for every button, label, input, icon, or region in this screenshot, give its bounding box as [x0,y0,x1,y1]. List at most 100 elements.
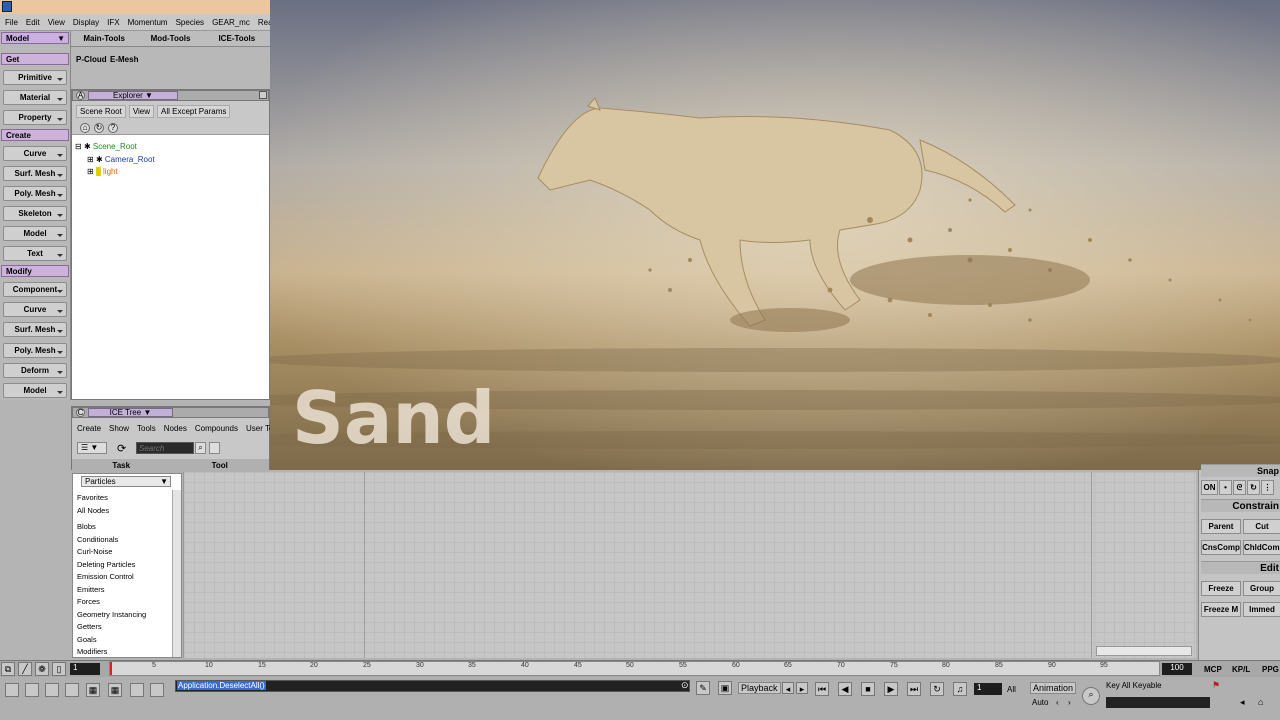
layout-quad-icon[interactable]: ▦ [108,683,122,697]
list-scrollbar[interactable] [172,490,181,657]
p-cloud-button[interactable]: P-Cloud [73,53,110,67]
key-bar[interactable] [1106,697,1210,708]
frame-forward-icon[interactable]: ▸ [796,682,808,694]
modify-poly-mesh-button[interactable]: Poly. Mesh [3,343,67,358]
tree-item-scene-root[interactable]: ⊟ ✱ Scene_Root [75,142,137,151]
tree-item-light[interactable]: ⊞ ■ light [87,167,118,176]
layout-split-icon[interactable] [130,683,144,697]
list-item[interactable]: Conditionals [77,535,118,544]
ppg-tab[interactable]: PPG [1262,665,1279,674]
ice-menu-nodes[interactable]: Nodes [164,424,187,433]
timeline-end-field[interactable]: 100 [1162,663,1192,675]
menu-momentum[interactable]: Momentum [128,18,168,27]
layout-1-icon[interactable] [5,683,19,697]
left-arrow-icon[interactable]: ◂ [1240,697,1245,708]
ice-menu-tools[interactable]: Tools [137,424,156,433]
render-icon[interactable]: ❁ [35,662,49,676]
material-button[interactable]: Material [3,90,67,105]
layout-custom-icon[interactable] [150,683,164,697]
create-poly-mesh-button[interactable]: Poly. Mesh [3,186,67,201]
play-backward-icon[interactable]: ◀ [838,682,852,696]
ice-menu-create[interactable]: Create [77,424,101,433]
expand-icon[interactable]: ⊞ [87,167,94,176]
list-item[interactable]: Getters [77,622,102,631]
primitive-button[interactable]: Primitive [3,70,67,85]
key-all-keyable-dropdown[interactable]: Key All Keyable [1106,681,1162,690]
kpl-tab[interactable]: KP/L [1232,665,1250,674]
playback-menu[interactable]: Playback [738,682,781,694]
animation-menu[interactable]: Animation [1030,682,1077,694]
cnscomp-button[interactable]: CnsComp [1201,540,1241,555]
mode-selector[interactable]: Model ▼ [1,32,69,44]
menu-ifx[interactable]: IFX [107,18,119,27]
freeze-button[interactable]: Freeze [1201,581,1241,596]
list-item[interactable]: Goals [77,635,97,644]
lock-icon[interactable]: ⌂ [80,122,90,133]
list-item[interactable]: Curl-Noise [77,547,112,556]
command-history-dropdown-icon[interactable]: ⊙ [681,680,689,691]
list-item[interactable]: All Nodes [77,506,109,515]
list-item[interactable]: Blobs [77,522,96,531]
list-item[interactable]: Geometry Instancing [77,610,146,619]
maximize-icon[interactable] [259,91,267,99]
tree-item-camera-root[interactable]: ⊞ ✱ Camera_Root [87,155,155,164]
loop-icon[interactable]: ↻ [930,682,944,696]
help-icon[interactable]: ? [108,122,118,133]
scene-root-dropdown[interactable]: Scene Root [76,104,126,118]
ice-menu-show[interactable]: Show [109,424,129,433]
expand-icon[interactable]: ⊞ [87,155,94,164]
list-item[interactable]: Emitters [77,585,105,594]
go-to-end-icon[interactable]: ⏭ [907,682,921,696]
list-item[interactable]: Favorites [77,493,108,502]
timeline-ruler[interactable]: 5 10 15 20 25 30 35 40 45 50 55 60 65 70… [109,661,1160,676]
refresh-icon[interactable]: ↻ [94,122,104,133]
layout-2-icon[interactable] [25,683,39,697]
list-item[interactable]: Forces [77,597,100,606]
audio-icon[interactable]: ♫ [953,682,967,696]
menu-edit[interactable]: Edit [26,18,40,27]
modify-surf-mesh-button[interactable]: Surf. Mesh [3,322,67,337]
view-mode-dropdown[interactable]: ☰ ▼ [77,442,107,454]
current-frame-field[interactable]: 1 [974,683,1002,695]
clear-icon[interactable] [209,442,220,454]
snap-point-icon[interactable]: • [1219,480,1232,495]
search-input[interactable] [136,442,194,454]
mcp-tab[interactable]: MCP [1204,665,1222,674]
go-to-start-icon[interactable]: ⏮ [815,682,829,696]
all-label[interactable]: All [1007,685,1016,694]
view-dropdown[interactable]: View [128,104,155,118]
property-button[interactable]: Property [3,110,67,125]
play-forward-icon[interactable]: ▶ [884,682,898,696]
category-dropdown[interactable]: Particles ▼ [81,476,171,487]
panel-icon[interactable]: ▯ [52,662,66,676]
tab-ice-tools[interactable]: ICE-Tools [204,31,270,46]
tab-main-tools[interactable]: Main-Tools [71,31,137,46]
log-icon[interactable]: ▣ [718,681,732,695]
stop-icon[interactable]: ■ [861,682,875,696]
frame-back-icon[interactable]: ◂ [782,682,794,694]
refresh-icon[interactable]: ⟳ [117,442,126,455]
modify-model-button[interactable]: Model [3,383,67,398]
keyframe-icon[interactable]: ⚑ [1212,680,1220,691]
snap-grid-icon[interactable]: ⋮ [1261,480,1274,495]
previous-key-icon[interactable]: ‹ [1056,698,1059,707]
snap-on-toggle[interactable]: ON [1201,480,1218,495]
freeze-m-button[interactable]: Freeze M [1201,602,1241,617]
layout-grid-icon[interactable]: ▦ [86,683,100,697]
text-button[interactable]: Text [3,246,67,261]
menu-view[interactable]: View [48,18,65,27]
e-mesh-button[interactable]: E-Mesh [107,53,141,67]
layout-icon[interactable]: ⧉ [1,662,15,676]
skeleton-button[interactable]: Skeleton [3,206,67,221]
group-button[interactable]: Group [1243,581,1280,596]
immed-button[interactable]: Immed [1243,602,1280,617]
create-surf-mesh-button[interactable]: Surf. Mesh [3,166,67,181]
script-editor-icon[interactable]: ✎ [696,681,710,695]
parent-button[interactable]: Parent [1201,519,1241,534]
menu-species[interactable]: Species [176,18,204,27]
playhead[interactable] [110,662,112,675]
layout-4-icon[interactable] [65,683,79,697]
viewport[interactable]: Sand [270,0,1280,470]
deform-button[interactable]: Deform [3,363,67,378]
ice-graph-canvas[interactable] [183,472,1196,658]
